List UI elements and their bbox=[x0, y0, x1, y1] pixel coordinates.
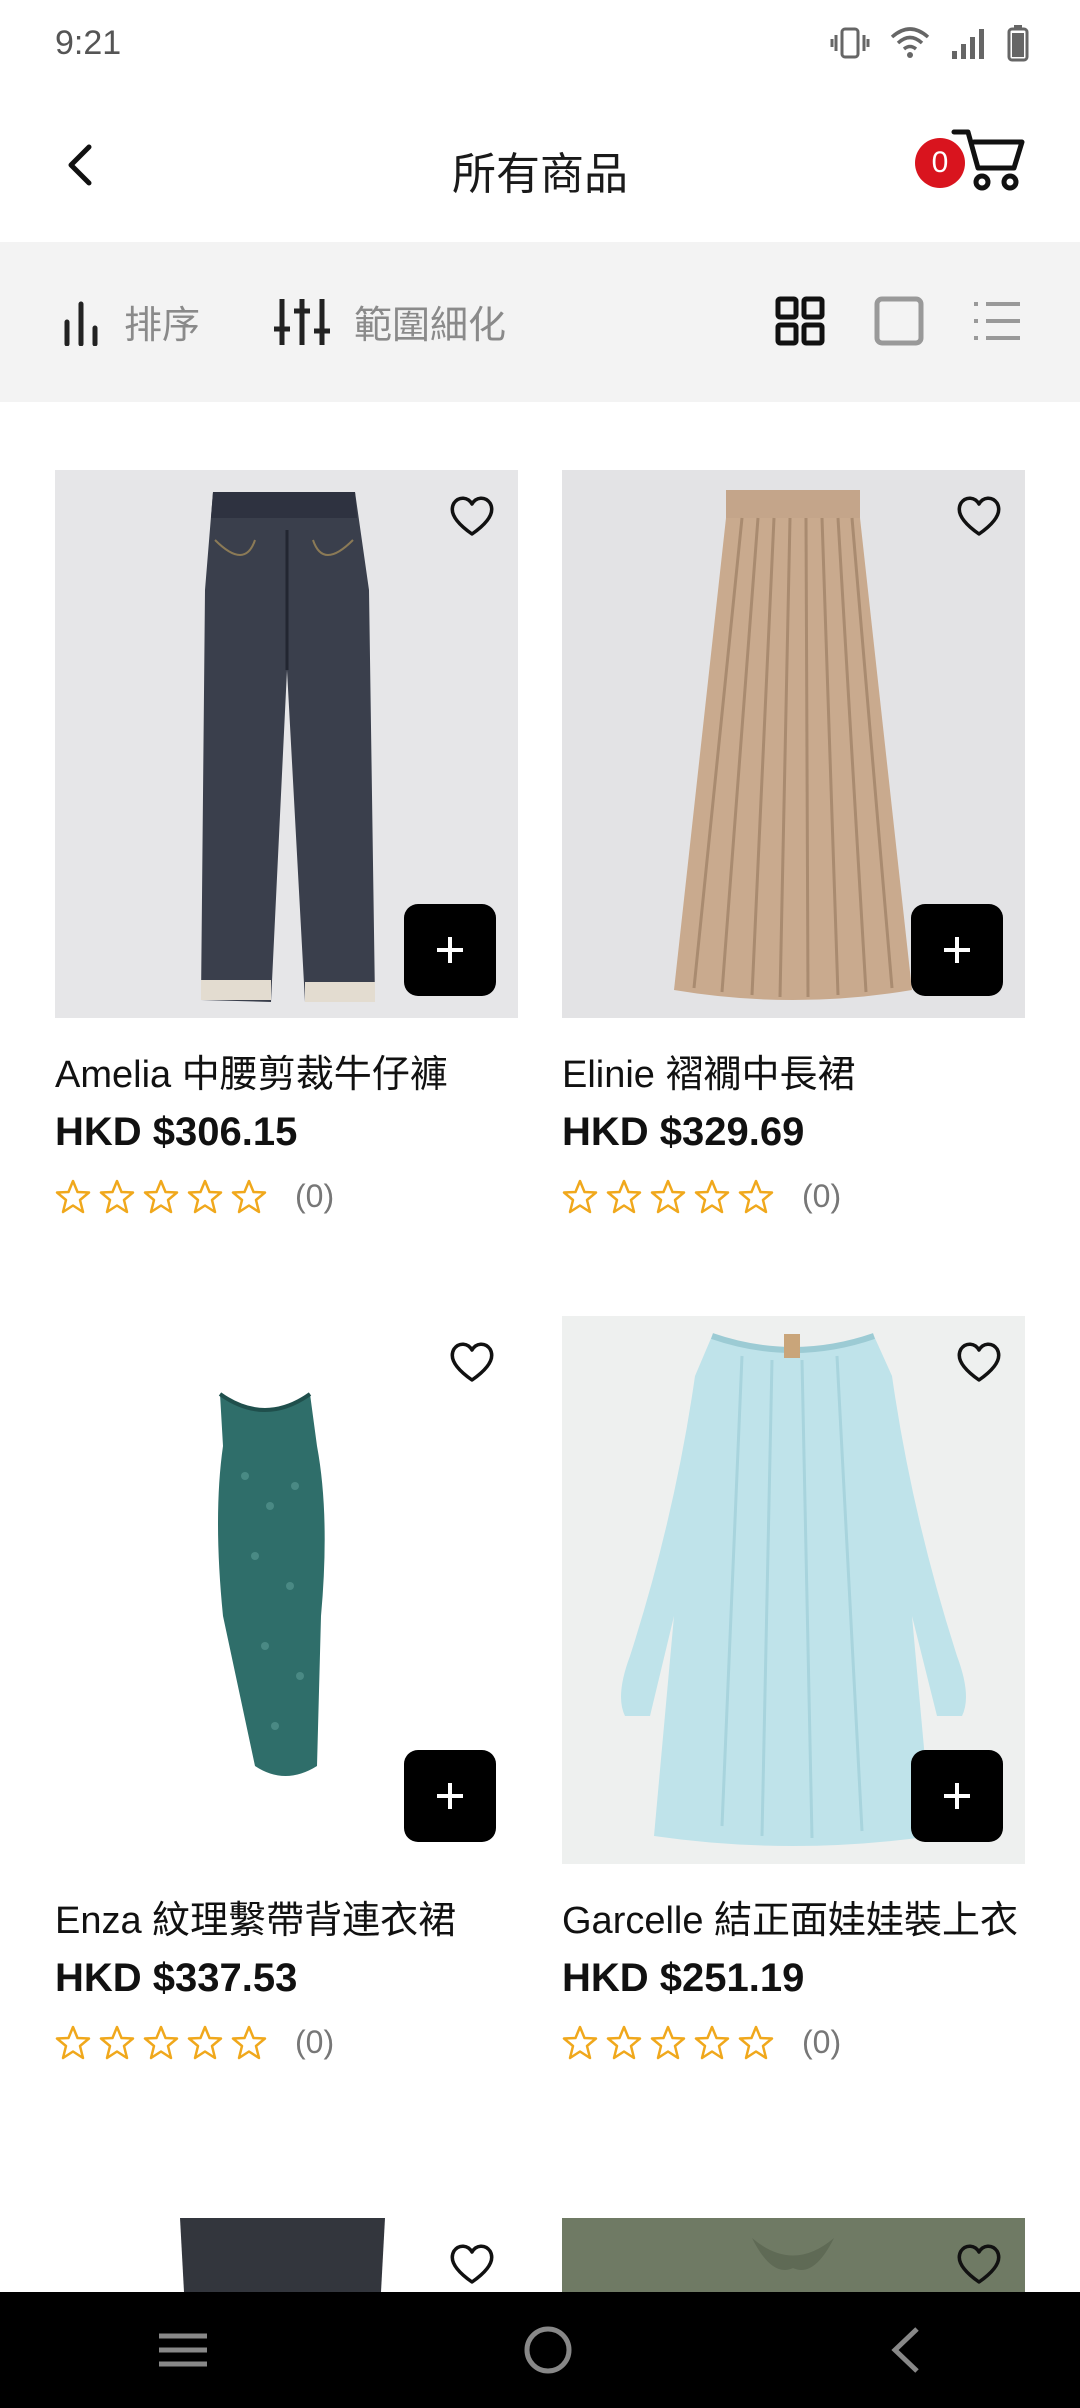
star-rating-icons bbox=[562, 1179, 774, 1213]
product-rating: (0) bbox=[55, 2024, 518, 2061]
product-rating: (0) bbox=[562, 2024, 1025, 2061]
add-to-cart-button[interactable] bbox=[911, 1750, 1003, 1842]
sort-button[interactable]: 排序 bbox=[62, 294, 200, 349]
app-header: 所有商品 0 bbox=[0, 90, 1080, 242]
grid-view-icon bbox=[775, 296, 825, 346]
star-rating-icons bbox=[55, 1179, 267, 1213]
favorite-heart-icon[interactable] bbox=[448, 2242, 496, 2286]
product-price: HKD $251.19 bbox=[562, 1956, 805, 2000]
product-name[interactable]: Garcelle 結正面娃娃裝上衣 bbox=[562, 1892, 1025, 1950]
back-chevron-icon[interactable] bbox=[887, 2325, 923, 2375]
product-rating: (0) bbox=[562, 1178, 1025, 1215]
menu-icon[interactable] bbox=[157, 2330, 209, 2370]
signal-icon bbox=[952, 29, 984, 59]
wifi-icon bbox=[890, 27, 930, 58]
home-circle-icon[interactable] bbox=[523, 2325, 573, 2375]
rating-count: (0) bbox=[802, 1178, 842, 1214]
cart-button[interactable] bbox=[950, 124, 1030, 194]
product-image[interactable] bbox=[55, 470, 518, 1018]
filter-button[interactable]: 範圍細化 bbox=[274, 294, 506, 349]
list-view-button[interactable] bbox=[972, 296, 1022, 346]
product-name[interactable]: Amelia 中腰剪裁牛仔褲 bbox=[55, 1046, 518, 1104]
plus-icon bbox=[944, 1783, 970, 1809]
add-to-cart-button[interactable] bbox=[911, 904, 1003, 996]
add-to-cart-button[interactable] bbox=[404, 904, 496, 996]
plus-icon bbox=[944, 937, 970, 963]
favorite-heart-icon[interactable] bbox=[448, 494, 496, 538]
product-image[interactable] bbox=[55, 2218, 518, 2292]
favorite-heart-icon[interactable] bbox=[448, 1340, 496, 1384]
product-image[interactable] bbox=[562, 1316, 1025, 1864]
rating-count: (0) bbox=[295, 1178, 335, 1214]
star-rating-icons bbox=[562, 2025, 774, 2059]
sort-filter-toolbar: 排序 範圍細化 bbox=[0, 242, 1080, 402]
product-name[interactable]: Enza 紋理繫帶背連衣裙 bbox=[55, 1892, 518, 1950]
rating-count: (0) bbox=[295, 2024, 335, 2060]
favorite-heart-icon[interactable] bbox=[955, 1340, 1003, 1384]
product-card[interactable]: Amelia 中腰剪裁牛仔褲 HKD $306.15 (0) bbox=[55, 470, 518, 1215]
product-image[interactable] bbox=[562, 2218, 1025, 2292]
rating-count: (0) bbox=[802, 2024, 842, 2060]
product-price: HKD $329.69 bbox=[562, 1110, 805, 1154]
add-to-cart-button[interactable] bbox=[404, 1750, 496, 1842]
filter-sliders-icon bbox=[274, 298, 330, 345]
product-card-partial[interactable] bbox=[562, 2218, 1025, 2292]
system-navigation-bar bbox=[0, 2292, 1080, 2408]
product-card[interactable]: Enza 紋理繫帶背連衣裙 HKD $337.53 (0) bbox=[55, 1316, 518, 2061]
favorite-heart-icon[interactable] bbox=[955, 494, 1003, 538]
product-card[interactable]: Garcelle 結正面娃娃裝上衣 HKD $251.19 (0) bbox=[562, 1316, 1025, 2061]
filter-label: 範圍細化 bbox=[354, 305, 507, 347]
status-bar: 9:21 bbox=[0, 0, 1080, 90]
status-time: 9:21 bbox=[55, 24, 122, 62]
grid-view-button[interactable] bbox=[775, 296, 825, 346]
product-price: HKD $306.15 bbox=[55, 1110, 298, 1154]
product-image[interactable] bbox=[55, 1316, 518, 1864]
single-view-button[interactable] bbox=[874, 296, 924, 346]
product-image[interactable] bbox=[562, 470, 1025, 1018]
product-name[interactable]: Elinie 褶襉中長裙 bbox=[562, 1046, 1025, 1104]
plus-icon bbox=[437, 1783, 463, 1809]
product-card-partial[interactable] bbox=[55, 2218, 518, 2292]
product-rating: (0) bbox=[55, 1178, 518, 1215]
status-icons bbox=[830, 24, 1030, 62]
star-rating-icons bbox=[55, 2025, 267, 2059]
product-card[interactable]: Elinie 褶襉中長裙 HKD $329.69 (0) bbox=[562, 470, 1025, 1215]
shopping-cart-icon bbox=[951, 129, 1025, 191]
favorite-heart-icon[interactable] bbox=[955, 2242, 1003, 2286]
vibrate-icon bbox=[830, 27, 870, 59]
battery-icon bbox=[1007, 25, 1029, 62]
plus-icon bbox=[437, 937, 463, 963]
sort-label: 排序 bbox=[124, 305, 201, 347]
sort-icon bbox=[64, 301, 98, 346]
product-price: HKD $337.53 bbox=[55, 1956, 298, 2000]
single-view-icon bbox=[874, 296, 924, 346]
list-view-icon bbox=[974, 302, 1020, 340]
